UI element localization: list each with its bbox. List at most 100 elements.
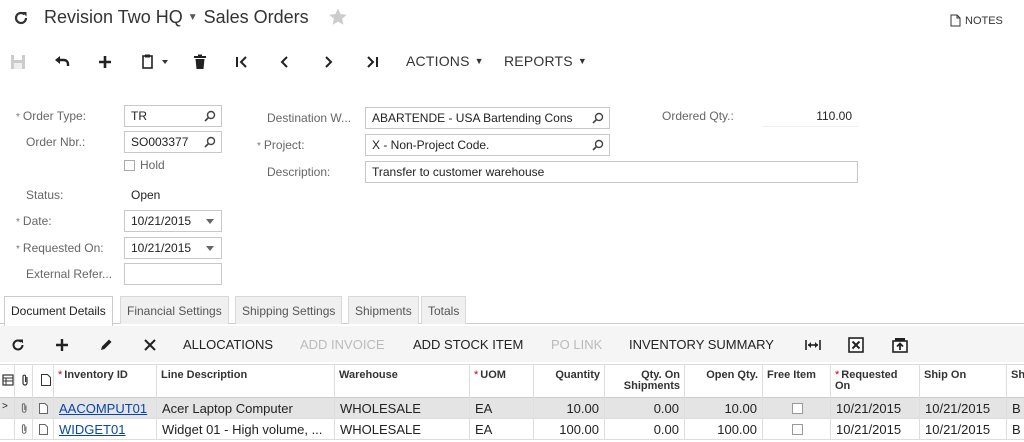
project-field[interactable]: X - Non-Project Code. [365, 134, 610, 156]
search-icon[interactable] [590, 112, 604, 127]
company-name[interactable]: Revision Two HQ [44, 7, 183, 28]
column-ship-on[interactable]: Ship On [920, 365, 1007, 398]
cell-line-description[interactable]: Widget 01 - High volume, ... [157, 419, 335, 440]
undo-icon[interactable] [52, 52, 72, 72]
ordered-qty-value: 110.00 [762, 107, 858, 127]
column-sh[interactable]: Sh [1007, 365, 1024, 398]
fit-columns-icon[interactable] [803, 335, 823, 355]
table-row[interactable]: > AACOMPUT01 Acer Laptop Computer WHOLES… [0, 398, 1024, 419]
cell-warehouse[interactable]: WHOLESALE [335, 398, 470, 419]
company-caret-icon[interactable]: ▼ [188, 12, 198, 23]
cell-requested-on[interactable]: 10/21/2015 [831, 419, 920, 440]
table-row[interactable]: WIDGET01 Widget 01 - High volume, ... WH… [0, 419, 1024, 440]
po-link-button[interactable]: PO LINK [551, 337, 602, 352]
hold-checkbox[interactable] [124, 160, 135, 171]
column-inventory-id[interactable]: * Inventory ID [54, 365, 157, 398]
date-label: * Date: [16, 214, 52, 228]
actions-caret-icon: ▼ [474, 56, 484, 66]
date-field[interactable]: 10/21/2015 [124, 210, 222, 232]
external-ref-field[interactable] [124, 263, 222, 285]
add-icon[interactable] [95, 52, 115, 72]
cell-inventory-id[interactable]: AACOMPUT01 [54, 398, 157, 419]
title-bar: Revision Two HQ ▼ Sales Orders NOTES [0, 0, 1024, 40]
cell-open-qty: 100.00 [685, 419, 763, 440]
cell-sh[interactable]: B [1007, 398, 1024, 419]
cell-requested-on[interactable]: 10/21/2015 [831, 398, 920, 419]
requested-on-field[interactable]: 10/21/2015 [124, 237, 222, 259]
first-record-icon[interactable] [232, 52, 252, 72]
attachment-column-icon [15, 365, 33, 398]
upload-file-icon[interactable] [890, 335, 910, 355]
row-attachment-icon[interactable] [15, 419, 33, 440]
description-field[interactable]: Transfer to customer warehouse [365, 161, 858, 183]
actions-menu[interactable]: ACTIONS ▼ [406, 53, 484, 69]
row-note-icon[interactable] [33, 398, 54, 419]
column-line-description[interactable]: Line Description [157, 365, 335, 398]
next-record-icon[interactable] [318, 52, 338, 72]
search-icon[interactable] [204, 110, 216, 125]
cell-quantity[interactable]: 100.00 [534, 419, 605, 440]
cell-ship-on[interactable]: 10/21/2015 [920, 398, 1007, 419]
cell-uom[interactable]: EA [470, 419, 534, 440]
cell-uom[interactable]: EA [470, 398, 534, 419]
cell-inventory-id[interactable]: WIDGET01 [54, 419, 157, 440]
order-type-field[interactable]: TR [124, 105, 222, 127]
refresh-icon[interactable] [12, 9, 30, 27]
inventory-id-link[interactable]: WIDGET01 [59, 422, 125, 437]
delete-row-icon[interactable] [140, 335, 160, 355]
inventory-summary-button[interactable]: INVENTORY SUMMARY [629, 337, 774, 352]
notes-button[interactable]: NOTES [950, 14, 1003, 27]
favorite-star-icon[interactable] [328, 7, 348, 27]
tab-financial-settings[interactable]: Financial Settings [120, 296, 229, 324]
row-selector-arrow-icon[interactable]: > [0, 398, 15, 419]
dropdown-arrow-icon[interactable] [206, 219, 214, 224]
cell-sh[interactable]: B [1007, 419, 1024, 440]
copy-paste-icon[interactable] [138, 52, 172, 72]
ordered-qty-label: Ordered Qty.: [662, 109, 734, 123]
tab-shipping-settings[interactable]: Shipping Settings [235, 296, 343, 324]
allocations-button[interactable]: ALLOCATIONS [183, 337, 273, 352]
order-nbr-label: Order Nbr.: [26, 135, 86, 149]
delete-icon[interactable] [190, 52, 210, 72]
inventory-id-link[interactable]: AACOMPUT01 [59, 401, 147, 416]
main-toolbar: ACTIONS ▼ REPORTS ▼ [0, 44, 1024, 78]
cell-warehouse[interactable]: WHOLESALE [335, 419, 470, 440]
external-ref-label: External Refer... [26, 267, 113, 281]
save-icon[interactable] [8, 52, 28, 72]
tab-shipments[interactable]: Shipments [348, 296, 419, 324]
grid-settings-icon[interactable] [0, 365, 15, 398]
order-nbr-field[interactable]: SO003377 [124, 131, 222, 153]
dropdown-arrow-icon[interactable] [206, 246, 214, 251]
column-uom[interactable]: * UOM [470, 365, 534, 398]
description-label: Description: [267, 165, 331, 179]
last-record-icon[interactable] [362, 52, 382, 72]
reports-menu[interactable]: REPORTS ▼ [504, 53, 587, 69]
tab-document-details[interactable]: Document Details [4, 296, 113, 326]
cell-line-description[interactable]: Acer Laptop Computer [157, 398, 335, 419]
row-note-icon[interactable] [33, 419, 54, 440]
column-open-qty[interactable]: Open Qty. [685, 365, 763, 398]
refresh-icon[interactable] [8, 335, 28, 355]
free-item-checkbox[interactable] [792, 424, 803, 435]
column-requested-on[interactable]: * Requested On [831, 365, 920, 398]
add-stock-item-button[interactable]: ADD STOCK ITEM [413, 337, 523, 352]
free-item-checkbox[interactable] [792, 403, 803, 414]
tab-totals[interactable]: Totals [421, 296, 467, 324]
row-attachment-icon[interactable] [15, 398, 33, 419]
add-row-icon[interactable] [52, 335, 72, 355]
cell-ship-on[interactable]: 10/21/2015 [920, 419, 1007, 440]
column-free-item[interactable]: Free Item [763, 365, 831, 398]
export-excel-icon[interactable] [846, 335, 866, 355]
cell-quantity[interactable]: 10.00 [534, 398, 605, 419]
destination-field[interactable]: ABARTENDE - USA Bartending Cons [365, 107, 610, 129]
search-icon[interactable] [204, 136, 216, 151]
project-value: X - Non-Project Code. [372, 138, 490, 152]
add-invoice-button[interactable]: ADD INVOICE [300, 337, 385, 352]
column-warehouse[interactable]: Warehouse [335, 365, 470, 398]
row-selector[interactable] [0, 419, 15, 440]
column-quantity[interactable]: Quantity [534, 365, 605, 398]
previous-record-icon[interactable] [275, 52, 295, 72]
column-qty-on-shipments[interactable]: Qty. On Shipments [605, 365, 685, 398]
search-icon[interactable] [592, 139, 604, 154]
edit-pencil-icon[interactable] [96, 335, 116, 355]
